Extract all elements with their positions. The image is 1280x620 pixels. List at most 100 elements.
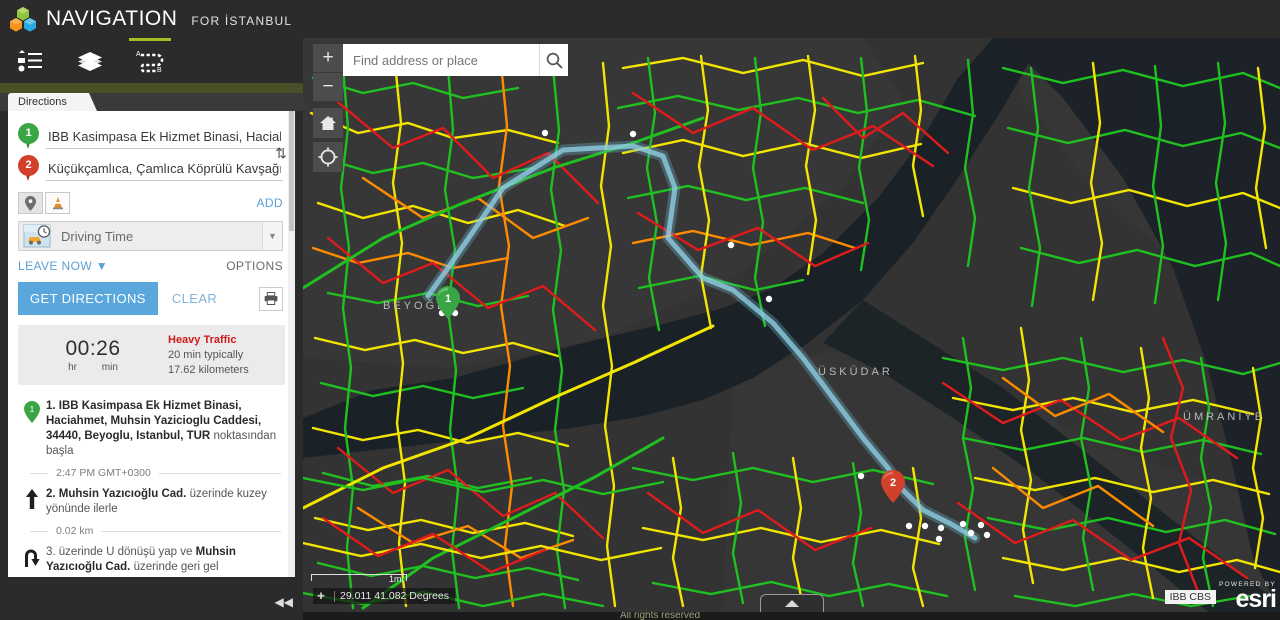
toolbar-accent-bar xyxy=(0,83,303,93)
directions-step[interactable]: 3. üzerinde U dönüşü yap ve Muhsin Yazıc… xyxy=(8,539,295,577)
arrow-up-icon xyxy=(18,487,46,509)
locate-button[interactable] xyxy=(313,142,343,172)
traffic-status-badge: Heavy Traffic xyxy=(168,334,237,346)
summary-time-block: 00:26 hr min xyxy=(18,337,168,373)
map-graphics xyxy=(303,38,1280,612)
clear-button[interactable]: CLEAR xyxy=(172,291,217,306)
step-text: 2. Muhsin Yazıcıoğlu Cad. üzerinde kuzey… xyxy=(46,487,281,517)
widget-toolbar: A B xyxy=(0,38,303,83)
directions-panel: Directions 1 2 xyxy=(0,93,303,585)
bottom-panel-handle[interactable] xyxy=(759,594,824,612)
driving-time-icon xyxy=(23,224,53,248)
layer-list-button[interactable] xyxy=(60,38,120,83)
svg-text:1: 1 xyxy=(445,293,451,305)
stop-row-origin: 1 xyxy=(18,121,283,153)
app-subtitle: FOR İSTANBUL xyxy=(191,14,293,28)
summary-time: 00:26 xyxy=(65,337,121,360)
scalebar-label: 1mi xyxy=(389,574,404,584)
summary-distance: 17.62 kilometers xyxy=(168,364,249,376)
directions-step[interactable]: 2. Muhsin Yazıcıoğlu Cad. üzerinde kuzey… xyxy=(8,481,295,523)
add-stop-link[interactable]: ADD xyxy=(256,196,283,210)
summary-typical-time: 20 min typically xyxy=(168,349,244,361)
panel-footer: ◀◀ xyxy=(0,585,303,620)
application-window: NAVIGATION FOR İSTANBUL A B Directions 1… xyxy=(0,0,1280,620)
map-canvas[interactable]: BEYOĞLU ÜSKÜDAR ÜMRANİYE 1 2 + − Find ad… xyxy=(303,38,1280,612)
map-search xyxy=(343,44,568,76)
svg-text:1: 1 xyxy=(30,405,35,414)
esri-logo: POWERED BY esri xyxy=(1219,581,1277,612)
svg-text:B: B xyxy=(157,67,162,73)
directions-step[interactable]: 1 1. IBB Kasimpasa Ek Hizmet Binasi, Hac… xyxy=(8,393,295,465)
stop-actions-row: ADD xyxy=(8,185,295,215)
leave-options-row: LEAVE NOW ▼ OPTIONS xyxy=(8,251,295,273)
chevron-down-icon[interactable]: ▼ xyxy=(262,222,282,250)
step-text: 3. üzerinde U dönüşü yap ve Muhsin Yazıc… xyxy=(46,545,281,575)
step-divider: 0.02 km xyxy=(8,523,295,539)
collapse-left-icon[interactable]: ◀◀ xyxy=(275,595,293,609)
legend-icon xyxy=(18,49,42,71)
map-attribution: IBB CBS xyxy=(1164,590,1216,604)
add-barrier-icon[interactable] xyxy=(45,192,70,214)
directions-step-list: 1 1. IBB Kasimpasa Ek Hizmet Binasi, Hac… xyxy=(8,393,295,577)
search-button[interactable] xyxy=(539,44,568,76)
directions-button[interactable]: A B xyxy=(120,38,180,83)
step-distance: 0.02 km xyxy=(56,525,94,537)
zoom-in-button[interactable]: + xyxy=(313,44,343,73)
summary-unit-hr: hr xyxy=(68,362,77,373)
home-icon xyxy=(320,116,336,130)
destination-input[interactable] xyxy=(46,157,283,181)
step-text-rest: 3. üzerinde U dönüşü yap ve xyxy=(46,546,196,558)
leave-now-label: LEAVE NOW xyxy=(18,259,93,273)
directions-icon: A B xyxy=(136,51,164,73)
chevron-up-icon xyxy=(784,599,799,607)
zoom-out-button[interactable]: − xyxy=(313,73,343,102)
route-summary: 00:26 hr min Heavy Traffic 20 min typica… xyxy=(18,325,285,385)
search-icon xyxy=(546,52,563,69)
origin-input[interactable] xyxy=(46,125,283,149)
step-text: 1. IBB Kasimpasa Ek Hizmet Binasi, Hacia… xyxy=(46,399,281,459)
search-input[interactable] xyxy=(343,45,539,75)
destination-pin-icon: 2 xyxy=(18,154,40,184)
coordinate-readout[interactable]: ✚ 29.011 41.082 Degrees xyxy=(313,588,455,604)
coordinate-text: 29.011 41.082 Degrees xyxy=(340,590,449,602)
start-pin-icon: 1 xyxy=(18,399,46,423)
svg-text:2: 2 xyxy=(890,477,896,489)
step-divider: 2:47 PM GMT+0300 xyxy=(8,465,295,481)
add-stop-icon[interactable] xyxy=(18,192,43,214)
summary-unit-min: min xyxy=(101,362,118,373)
panel-scrollbar[interactable] xyxy=(288,111,295,577)
stops-section: 1 2 ⇅ xyxy=(8,111,295,185)
map-marker-destination[interactable]: 2 xyxy=(881,470,905,503)
esri-wordmark: esri xyxy=(1235,585,1277,612)
crosshair-icon: ✚ xyxy=(317,590,325,601)
map-marker-origin[interactable]: 1 xyxy=(436,286,460,319)
travel-mode-label: Driving Time xyxy=(61,228,134,244)
home-button[interactable] xyxy=(313,108,343,138)
app-title: NAVIGATION xyxy=(46,7,178,30)
printer-icon[interactable] xyxy=(259,286,283,311)
locate-icon xyxy=(318,147,338,167)
origin-pin-icon: 1 xyxy=(18,122,40,152)
step-text-bold: 2. Muhsin Yazıcıoğlu Cad. xyxy=(46,488,190,500)
travel-mode-select[interactable]: Driving Time ▼ xyxy=(18,221,283,251)
leave-now-dropdown[interactable]: LEAVE NOW ▼ xyxy=(18,259,108,273)
cubes-logo-icon xyxy=(8,4,38,34)
u-turn-icon xyxy=(18,545,46,567)
step-departure-time: 2:47 PM GMT+0300 xyxy=(56,467,151,479)
footer-text: All rights reserved xyxy=(620,612,701,620)
swap-vertical-icon[interactable]: ⇅ xyxy=(275,145,287,162)
app-header: NAVIGATION FOR İSTANBUL xyxy=(0,0,1280,38)
caret-down-icon: ▼ xyxy=(95,259,109,273)
options-link[interactable]: OPTIONS xyxy=(226,259,283,273)
get-directions-button[interactable]: GET DIRECTIONS xyxy=(18,282,158,315)
summary-units: hr min xyxy=(18,362,168,373)
panel-tabstrip: Directions xyxy=(0,93,303,111)
zoom-controls: + − xyxy=(313,44,343,102)
summary-detail-block: Heavy Traffic 20 min typically 17.62 kil… xyxy=(168,334,285,376)
tab-directions[interactable]: Directions xyxy=(8,93,97,111)
legend-button[interactable] xyxy=(0,38,60,83)
panel-scrollbar-thumb[interactable] xyxy=(289,111,294,231)
directions-panel-body: 1 2 ⇅ xyxy=(8,111,295,577)
svg-text:A: A xyxy=(136,51,141,58)
map-scalebar: 1mi xyxy=(311,574,407,584)
